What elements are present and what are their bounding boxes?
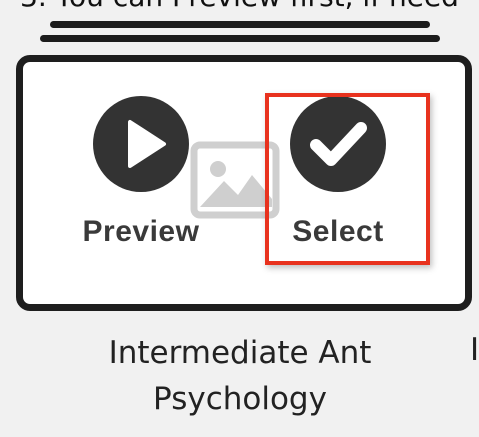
- play-icon: [93, 96, 189, 192]
- instruction-text: 3. You can Preview first, if need: [0, 0, 479, 14]
- course-title-line-2: Psychology: [153, 381, 327, 417]
- preview-button[interactable]: Preview: [71, 95, 211, 249]
- next-course-title-peek: I: [470, 332, 479, 368]
- course-title[interactable]: Intermediate Ant Psychology: [70, 330, 410, 422]
- screenshot-page: 3. You can Preview first, if need Previe…: [0, 0, 479, 437]
- stacked-card-edge: [50, 21, 430, 28]
- select-highlight-box: [265, 93, 430, 265]
- stacked-card-edge: [40, 35, 440, 42]
- preview-label: Preview: [82, 215, 200, 248]
- course-title-line-1: Intermediate Ant: [108, 335, 372, 371]
